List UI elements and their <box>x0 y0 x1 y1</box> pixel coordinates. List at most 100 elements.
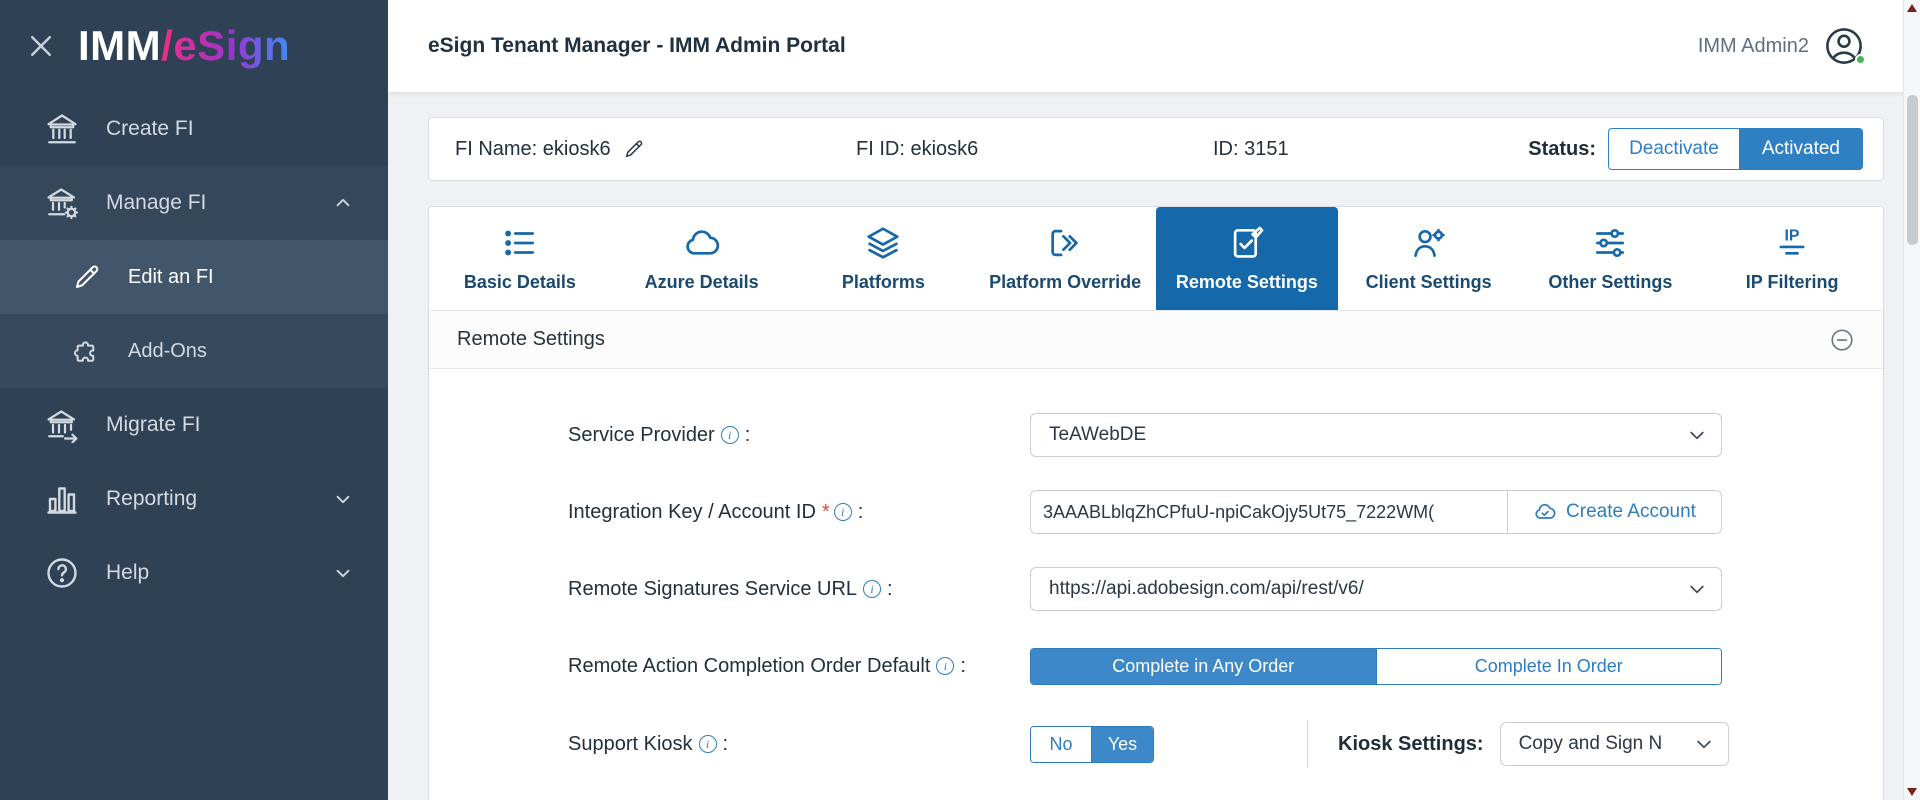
sidebar-item-label: Edit an FI <box>128 265 214 288</box>
box-arrow-right-icon <box>1046 224 1084 262</box>
kiosk-settings-select[interactable]: Copy and Sign N <box>1499 722 1729 766</box>
chevron-down-icon <box>1687 425 1707 445</box>
info-icon[interactable]: i <box>720 426 739 444</box>
sidebar-item-create-fi[interactable]: Create FI <box>0 92 388 166</box>
cloud-check-icon <box>1533 500 1557 524</box>
completion-order-row: Remote Action Completion Order Default i… <box>429 644 1883 688</box>
tab-label: Platform Override <box>989 272 1142 292</box>
bar-chart-icon <box>44 481 80 517</box>
fi-name: FI Name: ekiosk6 <box>455 118 645 180</box>
user-area: IMM Admin2 <box>1697 25 1866 67</box>
tab-label: Client Settings <box>1365 272 1492 292</box>
remote-url-value: https://api.adobesign.com/api/rest/v6/ <box>1049 578 1364 599</box>
bank-migrate-icon <box>44 407 80 443</box>
sidebar-item-help[interactable]: Help <box>0 536 388 610</box>
tab-platforms[interactable]: Platforms <box>793 207 975 310</box>
tab-label: Basic Details <box>463 272 576 292</box>
layers-icon <box>864 224 902 262</box>
integration-key-row: Integration Key / Account ID * i : Creat… <box>429 490 1883 534</box>
puzzle-icon <box>72 336 102 366</box>
fi-info-bar: FI Name: ekiosk6 FI ID: ekiosk6 ID: 3151… <box>428 117 1884 181</box>
tab-platform-override[interactable]: Platform Override <box>974 207 1156 310</box>
create-account-button[interactable]: Create Account <box>1508 490 1722 534</box>
service-provider-row: Service Provider i : TeAWebDE <box>429 413 1883 457</box>
support-kiosk-row: Support Kiosk i : No Yes Kiosk Settings:… <box>429 721 1883 767</box>
tab-remote-settings[interactable]: Remote Settings <box>1156 207 1338 310</box>
fi-numeric-id: ID: 3151 <box>1213 137 1289 160</box>
sidebar-item-add-ons[interactable]: Add-Ons <box>0 314 388 388</box>
list-icon <box>501 224 539 262</box>
kiosk-yes-option[interactable]: Yes <box>1092 726 1153 762</box>
collapse-section-icon[interactable] <box>1829 327 1855 353</box>
scroll-up-arrow-icon[interactable] <box>1907 4 1917 12</box>
page-title: eSign Tenant Manager - IMM Admin Portal <box>428 34 846 57</box>
info-icon[interactable]: i <box>698 735 717 753</box>
edit-fi-name-icon[interactable] <box>623 138 645 160</box>
required-asterisk: * <box>821 500 830 523</box>
remote-url-label: Remote Signatures Service URL i : <box>568 577 893 600</box>
sidebar-item-label: Migrate FI <box>106 413 201 436</box>
close-icon[interactable] <box>26 31 56 61</box>
main-area: eSign Tenant Manager - IMM Admin Portal … <box>388 0 1903 800</box>
chevron-down-icon <box>1694 734 1714 754</box>
deactivate-button[interactable]: Deactivate <box>1608 128 1739 170</box>
sidebar-item-migrate-fi[interactable]: Migrate FI <box>0 388 388 462</box>
user-name: IMM Admin2 <box>1697 34 1809 57</box>
remote-url-select[interactable]: https://api.adobesign.com/api/rest/v6/ <box>1030 567 1722 611</box>
section-title: Remote Settings <box>457 328 605 350</box>
sidebar-item-label: Manage FI <box>106 191 207 214</box>
chevron-down-icon <box>332 488 354 510</box>
integration-key-label: Integration Key / Account ID * i : <box>568 500 864 523</box>
vertical-scrollbar[interactable] <box>1903 0 1920 800</box>
sidebar-nav: Create FI Manage FI Edit an FI Add-Ons M… <box>0 92 388 610</box>
avatar[interactable] <box>1823 25 1866 67</box>
ip-filter-icon: IP <box>1773 224 1811 262</box>
scrollbar-thumb[interactable] <box>1907 95 1918 245</box>
scroll-down-arrow-icon[interactable] <box>1907 788 1917 796</box>
tab-other-settings[interactable]: Other Settings <box>1520 207 1702 310</box>
complete-any-order-option[interactable]: Complete in Any Order <box>1031 648 1377 684</box>
kiosk-no-option[interactable]: No <box>1031 726 1092 762</box>
service-provider-value: TeAWebDE <box>1049 424 1147 445</box>
tab-client-settings[interactable]: Client Settings <box>1338 207 1520 310</box>
support-kiosk-toggle: No Yes <box>1030 725 1154 763</box>
status-toggle: Deactivate Activated <box>1608 128 1863 170</box>
tab-basic-details[interactable]: Basic Details <box>429 207 611 310</box>
sidebar-item-label: Help <box>106 561 150 584</box>
integration-key-input[interactable] <box>1030 490 1508 534</box>
logo-esign: /eSign <box>161 22 291 69</box>
sidebar-item-reporting[interactable]: Reporting <box>0 462 388 536</box>
info-icon[interactable]: i <box>833 503 852 521</box>
section-header: Remote Settings <box>429 310 1883 369</box>
vertical-divider <box>1307 721 1308 767</box>
tab-label: Remote Settings <box>1175 272 1318 292</box>
settings-card: Basic Details Azure Details Platforms Pl… <box>428 206 1884 800</box>
service-provider-label: Service Provider i : <box>568 423 751 446</box>
sidebar: IMM/eSign Create FI Manage FI Edit an FI… <box>0 0 388 800</box>
support-kiosk-label: Support Kiosk i : <box>568 732 729 755</box>
sidebar-header: IMM/eSign <box>0 0 388 92</box>
tab-bar: Basic Details Azure Details Platforms Pl… <box>429 207 1883 310</box>
sidebar-item-manage-fi[interactable]: Manage FI <box>0 166 388 240</box>
sidebar-item-label: Create FI <box>106 117 194 140</box>
status-label: Status: <box>1528 137 1597 160</box>
chevron-down-icon <box>332 562 354 584</box>
complete-in-order-option[interactable]: Complete In Order <box>1376 648 1721 684</box>
sidebar-item-label: Add-Ons <box>128 339 207 362</box>
service-provider-select[interactable]: TeAWebDE <box>1030 413 1722 457</box>
chevron-down-icon <box>1687 579 1707 599</box>
app-header: eSign Tenant Manager - IMM Admin Portal … <box>388 0 1903 92</box>
logo-imm: IMM <box>78 22 162 69</box>
sidebar-item-label: Reporting <box>106 487 198 510</box>
status-group: Status: Deactivate Activated <box>1528 118 1863 180</box>
sliders-icon <box>1591 224 1629 262</box>
tab-label: Platforms <box>841 272 925 292</box>
sidebar-item-edit-an-fi[interactable]: Edit an FI <box>0 240 388 314</box>
tab-ip-filtering[interactable]: IP IP Filtering <box>1701 207 1883 310</box>
info-icon[interactable]: i <box>936 657 955 675</box>
svg-text:IP: IP <box>1785 228 1800 245</box>
activated-button[interactable]: Activated <box>1738 128 1863 170</box>
online-status-dot <box>1855 54 1866 65</box>
tab-azure-details[interactable]: Azure Details <box>611 207 793 310</box>
info-icon[interactable]: i <box>863 580 882 598</box>
